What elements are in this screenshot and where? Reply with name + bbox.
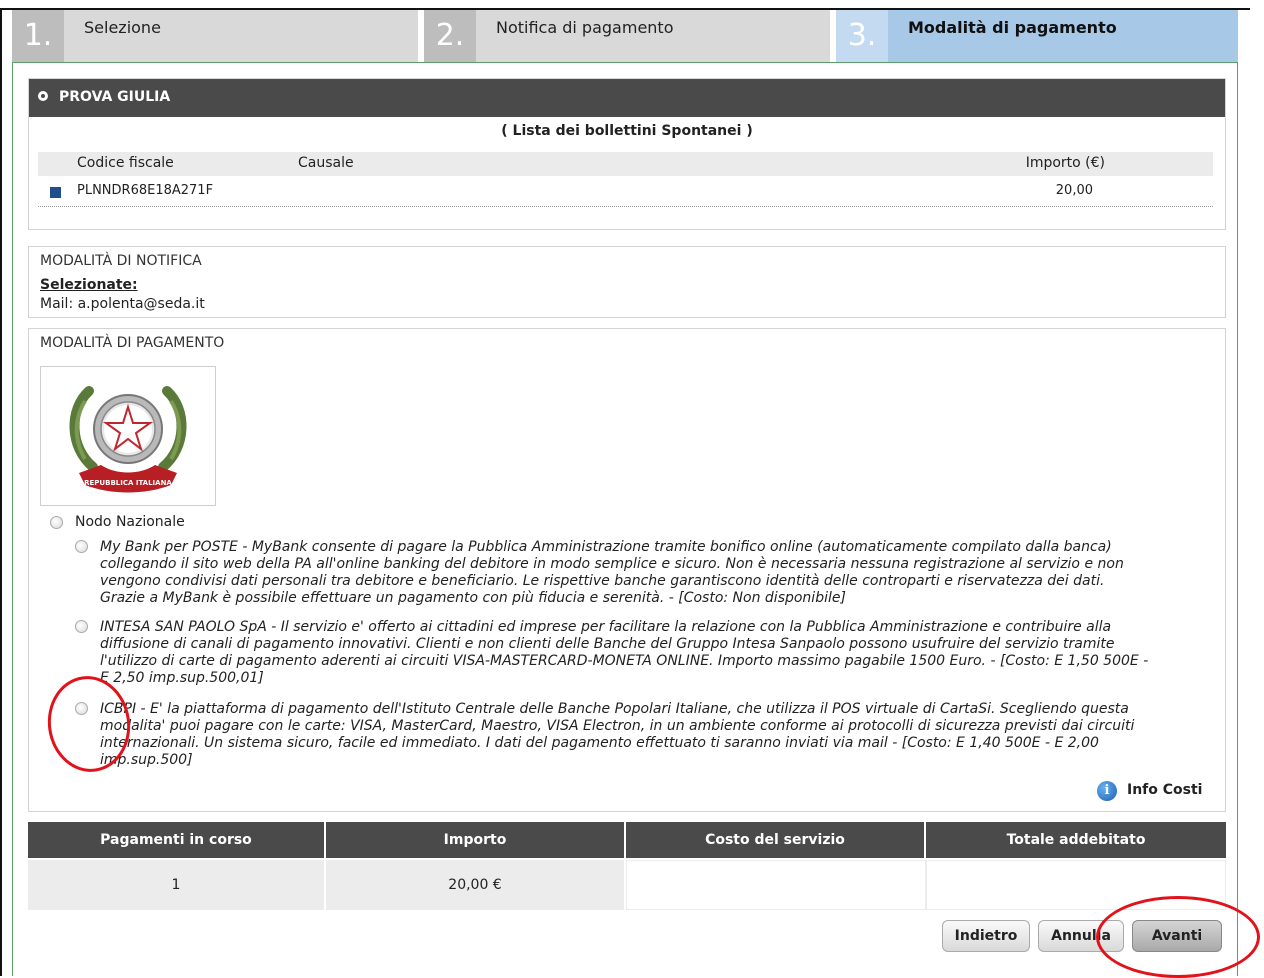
option-icbpi: ICBPI - E' la piattaforma di pagamento d… xyxy=(100,701,1135,768)
section-title: MODALITÀ DI NOTIFICA xyxy=(40,253,202,269)
column-header-importo: Importo (€) xyxy=(1025,155,1105,171)
option-intesa-san-paolo: INTESA SAN PAOLO SpA - Il servizio e' of… xyxy=(100,619,1149,686)
italian-emblem-icon: REPUBBLICA ITALIANA xyxy=(69,386,187,493)
emblem-ribbon-text: REPUBBLICA ITALIANA xyxy=(84,479,172,487)
selected-label: Selezionate: xyxy=(40,277,138,293)
pagamento-section: MODALITÀ DI PAGAMENTO REPUBBLICA ITALIAN… xyxy=(28,328,1226,812)
info-costi-label: Info Costi xyxy=(1127,782,1203,798)
summary-cell-totale xyxy=(926,860,1226,910)
cell-importo: 20,00 xyxy=(1055,183,1093,198)
cancel-button[interactable]: Annulla xyxy=(1038,920,1124,952)
debtor-section: PROVA GIULIA ( Lista dei bollettini Spon… xyxy=(28,78,1226,230)
step-notifica[interactable]: 2. Notifica di pagamento xyxy=(424,10,830,62)
summary-header-importo: Importo xyxy=(326,822,626,858)
radio-nodo-nazionale[interactable] xyxy=(50,516,63,529)
step-label: Selezione xyxy=(84,18,161,37)
step-number: 3. xyxy=(836,10,888,62)
window-frame-left xyxy=(0,8,2,976)
next-button[interactable]: Avanti xyxy=(1132,920,1222,952)
back-button[interactable]: Indietro xyxy=(942,920,1030,952)
column-header-causale: Causale xyxy=(298,155,354,171)
radio-intesa-san-paolo[interactable] xyxy=(75,620,88,633)
notifica-section: MODALITÀ DI NOTIFICA Selezionate: Mail: … xyxy=(28,246,1226,318)
step-modalita-pagamento[interactable]: 3. Modalità di pagamento xyxy=(836,10,1238,62)
step-label: Notifica di pagamento xyxy=(496,18,674,37)
summary-header-totale: Totale addebitato xyxy=(926,822,1226,858)
nodo-nazionale-logo[interactable]: REPUBBLICA ITALIANA xyxy=(40,366,216,506)
radio-mybank-poste[interactable] xyxy=(75,540,88,553)
step-number: 1. xyxy=(12,10,64,62)
summary-header-pagamenti: Pagamenti in corso xyxy=(28,822,326,858)
summary-cell-costo xyxy=(626,860,926,910)
section-title: MODALITÀ DI PAGAMENTO xyxy=(40,335,225,351)
column-header-cf: Codice fiscale xyxy=(77,155,174,171)
summary-cell-importo: 20,00 € xyxy=(326,860,626,910)
step-label: Modalità di pagamento xyxy=(908,18,1117,37)
table-row: PLNNDR68E18A271F 20,00 xyxy=(38,178,1213,207)
step-selezione[interactable]: 1. Selezione xyxy=(12,10,418,62)
info-icon: i xyxy=(1097,781,1117,801)
summary-table: Pagamenti in corso Importo Costo del ser… xyxy=(28,822,1226,910)
notification-mail: Mail: a.polenta@seda.it xyxy=(40,296,205,312)
list-title: ( Lista dei bollettini Spontanei ) xyxy=(501,123,753,139)
summary-cell-pagamenti: 1 xyxy=(28,860,326,910)
step-number: 2. xyxy=(424,10,476,62)
nodo-nazionale-label: Nodo Nazionale xyxy=(75,514,185,530)
bullet-icon xyxy=(38,91,48,101)
row-marker-icon xyxy=(50,187,61,198)
debtor-name: PROVA GIULIA xyxy=(59,89,171,105)
option-mybank-poste: My Bank per POSTE - MyBank consente di p… xyxy=(100,539,1124,606)
cell-cf: PLNNDR68E18A271F xyxy=(77,183,214,198)
radio-icbpi[interactable] xyxy=(75,702,88,715)
table-header: Codice fiscale Causale Importo (€) xyxy=(38,152,1213,176)
debtor-header: PROVA GIULIA xyxy=(29,79,1225,117)
summary-header-costo: Costo del servizio xyxy=(626,822,926,858)
